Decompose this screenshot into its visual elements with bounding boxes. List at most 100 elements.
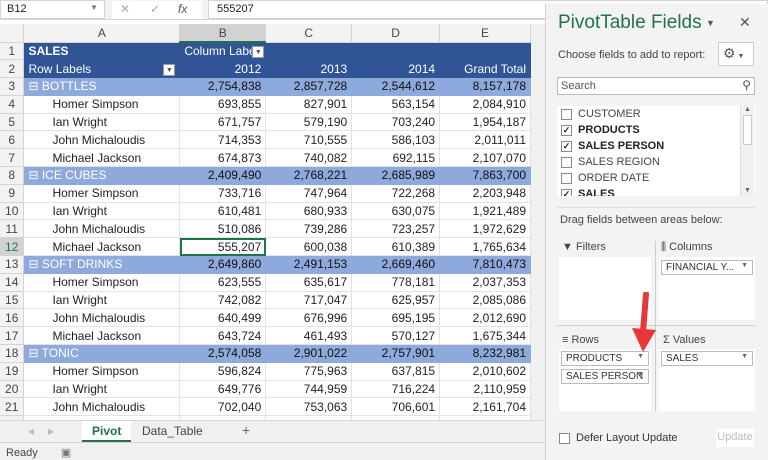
value-cell[interactable]: 671,757 (179, 113, 267, 132)
value-cell[interactable]: 740,082 (265, 148, 353, 168)
row-number[interactable]: 7 (0, 148, 25, 168)
value-cell[interactable]: 586,103 (351, 130, 441, 150)
value-cell[interactable]: 717,047 (265, 291, 353, 310)
grand-total-cell[interactable]: 2,012,690 (439, 308, 531, 328)
person-label[interactable]: Michael Jackson (23, 326, 181, 346)
grand-total-cell[interactable]: 2,161,704 (439, 397, 531, 417)
macro-record-icon[interactable]: ▣ (61, 447, 71, 459)
chevron-down-icon[interactable]: ▼ (637, 371, 644, 378)
row-labels-cell[interactable]: Row Labels ▼ (23, 59, 181, 79)
group-label-cell[interactable]: ⊟ ICE CUBES (23, 166, 181, 185)
person-label[interactable]: Homer Simpson (23, 273, 181, 292)
value-cell[interactable]: 716,224 (351, 380, 441, 399)
columns-area[interactable]: FINANCIAL Y... ▼ (659, 257, 755, 320)
pane-options-icon[interactable]: ▼ (706, 18, 715, 28)
value-cell[interactable]: 2,491,153 (265, 255, 353, 274)
person-label[interactable]: Ian Wright (23, 380, 181, 399)
grand-total-cell[interactable]: 2,110,959 (439, 380, 531, 399)
value-cell[interactable]: 693,855 (179, 95, 267, 114)
value-cell[interactable]: 2,857,728 (265, 77, 353, 96)
value-cell[interactable]: 637,815 (351, 362, 441, 381)
field-checkbox[interactable]: ✓ (561, 188, 572, 196)
tab-pivot[interactable]: Pivot (82, 421, 132, 442)
grand-total-cell[interactable]: 7,863,700 (439, 166, 531, 185)
value-cell[interactable]: 827,901 (265, 95, 353, 114)
value-cell[interactable]: 2,669,460 (351, 255, 441, 274)
field-checkbox[interactable] (561, 172, 572, 184)
value-cell[interactable]: 742,082 (179, 291, 267, 310)
field-item[interactable]: SALES REGION (557, 154, 755, 170)
column-labels-cell[interactable]: Column Labels▼ (179, 42, 267, 61)
row-number[interactable]: 15 (0, 291, 25, 310)
value-cell[interactable]: 461,493 (265, 326, 353, 346)
value-cell[interactable]: 722,268 (351, 184, 441, 203)
person-label[interactable]: Homer Simpson (23, 95, 181, 114)
search-input[interactable]: Search ⚲ (557, 77, 755, 95)
value-cell[interactable]: 703,240 (351, 113, 441, 132)
row-number[interactable]: 8 (0, 166, 25, 185)
value-cell[interactable]: 706,601 (351, 397, 441, 417)
rows-area[interactable]: PRODUCTS ▼ SALES PERSON ▼ (559, 349, 651, 411)
grand-total-cell[interactable]: 1,954,187 (439, 113, 531, 132)
row-number[interactable]: 9 (0, 184, 25, 203)
value-cell[interactable]: 643,724 (179, 326, 267, 346)
value-cell[interactable]: 2,544,612 (351, 77, 441, 96)
row-number[interactable]: 13 (0, 255, 25, 274)
value-cell[interactable]: 563,154 (351, 95, 441, 114)
grand-total-cell[interactable]: 2,085,086 (439, 291, 531, 310)
filter-dropdown-icon[interactable]: ▼ (252, 46, 265, 59)
chevron-down-icon[interactable]: ▼ (741, 353, 748, 360)
value-cell[interactable]: 2,757,901 (351, 344, 441, 363)
collapse-icon[interactable]: ⊟ (28, 168, 41, 182)
value-cell[interactable]: 775,963 (265, 362, 353, 381)
grand-total-cell[interactable]: 1,675,344 (439, 326, 531, 346)
value-cell[interactable]: 649,776 (179, 380, 267, 399)
row-number[interactable]: 21 (0, 397, 25, 417)
column-header[interactable]: B (179, 24, 267, 43)
value-cell[interactable]: 702,040 (179, 397, 267, 417)
values-field-chip[interactable]: SALES ▼ (661, 351, 753, 366)
person-label[interactable]: Ian Wright (23, 291, 181, 310)
value-cell[interactable]: 733,716 (179, 184, 267, 203)
value-cell[interactable]: 635,617 (265, 273, 353, 292)
grand-total-cell[interactable]: 2,011,011 (439, 130, 531, 150)
grand-total-cell[interactable]: 7,810,473 (439, 255, 531, 274)
rows-field-chip[interactable]: SALES PERSON ▼ (561, 369, 649, 384)
value-cell[interactable]: 778,181 (351, 273, 441, 292)
row-number[interactable]: 1 (0, 42, 25, 61)
filter-dropdown-icon[interactable]: ▼ (163, 63, 176, 76)
row-number[interactable]: 14 (0, 273, 25, 292)
collapse-icon[interactable]: ⊟ (28, 79, 41, 93)
field-item[interactable]: ORDER DATE (557, 170, 755, 186)
value-cell[interactable]: 2,649,860 (179, 255, 267, 274)
chevron-down-icon[interactable]: ▼ (637, 353, 644, 360)
field-checkbox[interactable] (561, 156, 572, 168)
row-number[interactable]: 17 (0, 326, 25, 346)
value-cell[interactable]: 630,075 (351, 202, 441, 221)
values-area[interactable]: SALES ▼ (659, 349, 755, 411)
group-label-cell[interactable]: ⊟ BOTTLES (23, 77, 181, 96)
value-cell[interactable]: 744,959 (265, 380, 353, 399)
value-cell[interactable]: 510,086 (179, 219, 267, 239)
column-header[interactable]: D (351, 24, 441, 43)
columns-field-chip[interactable]: FINANCIAL Y... ▼ (661, 260, 753, 275)
column-header[interactable]: E (439, 24, 531, 43)
person-label[interactable]: Ian Wright (23, 113, 181, 132)
field-item[interactable]: CUSTOMER (557, 106, 755, 122)
value-cell[interactable]: 739,286 (265, 219, 353, 239)
group-label-cell[interactable]: ⊟ TONIC (23, 344, 181, 363)
value-cell[interactable]: 723,257 (351, 219, 441, 239)
chevron-down-icon[interactable]: ▼ (90, 3, 98, 12)
person-label[interactable]: John Michaloudis (23, 308, 181, 328)
row-number[interactable]: 5 (0, 113, 25, 132)
field-item[interactable]: ✓ SALES (557, 186, 755, 196)
value-cell[interactable]: 610,481 (179, 202, 267, 221)
value-cell[interactable]: 695,195 (351, 308, 441, 328)
row-number[interactable]: 12 (0, 237, 25, 257)
person-label[interactable]: Michael Jackson (23, 148, 181, 168)
person-label[interactable]: Ian Wright (23, 202, 181, 221)
value-cell[interactable]: 570,127 (351, 326, 441, 346)
grand-total-cell[interactable]: 8,232,981 (439, 344, 531, 363)
row-number[interactable]: 11 (0, 219, 25, 239)
person-label[interactable]: John Michaloudis (23, 219, 181, 239)
